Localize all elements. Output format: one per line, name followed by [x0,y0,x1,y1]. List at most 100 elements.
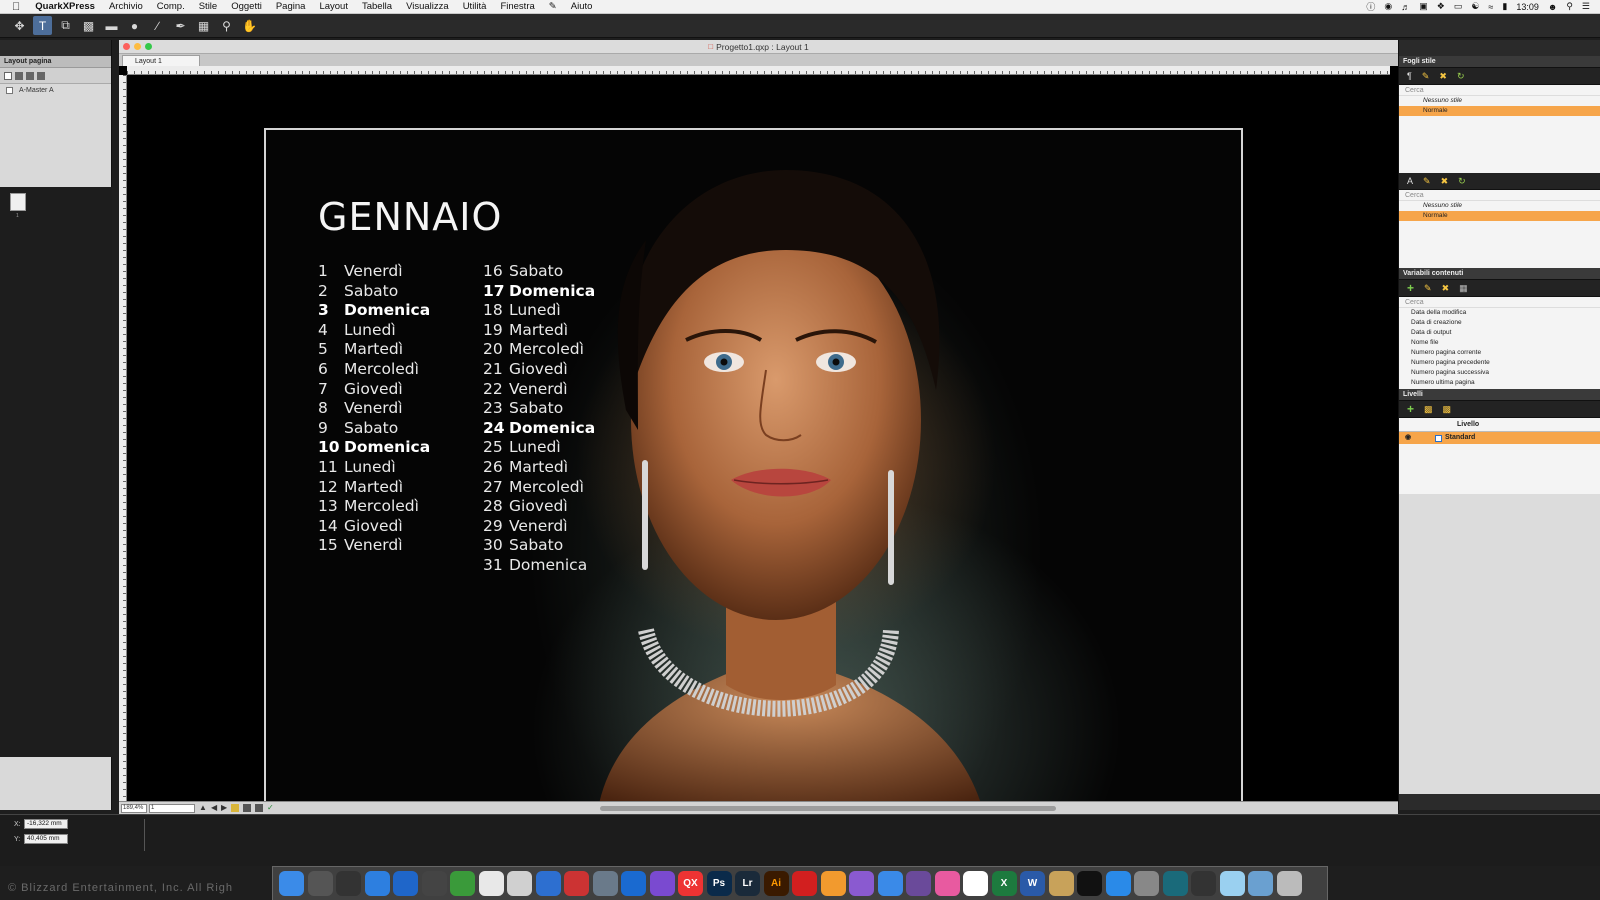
zoom-window-button[interactable] [145,43,152,50]
messages-icon[interactable] [877,871,903,896]
outlook-icon[interactable] [393,871,418,896]
variable-item[interactable]: Numero pagina corrente [1399,348,1600,358]
paragraph-style-item[interactable]: Nessuno stile [1399,96,1600,106]
mail-icon[interactable] [507,871,532,896]
edit-style-icon[interactable]: ✎ [1422,71,1430,82]
duplicate-char-style-icon[interactable]: ✖ [1441,176,1449,187]
menu-app-name[interactable]: QuarkXPress [28,1,102,12]
menu-finestra[interactable]: Finestra [493,1,541,12]
duplicate-style-icon[interactable]: ✖ [1439,71,1447,82]
preview-icon[interactable] [592,871,618,896]
bluetooth-status-icon[interactable]: ☯ [1471,1,1479,12]
layer-visibility-icon[interactable]: ◉ [1405,432,1411,444]
master-page-item[interactable]: A-Master A [0,84,111,94]
trash-icon[interactable] [1276,871,1302,896]
bbedit-icon[interactable] [421,871,447,896]
page-layout-panel-title[interactable]: Layout pagina [0,56,111,68]
display-icon[interactable] [1162,871,1188,896]
merge-layers-icon[interactable]: ▩ [1424,404,1433,415]
preview-icon[interactable]: ✓ [267,803,274,812]
layers-title[interactable]: Livelli [1399,389,1600,401]
1password-icon[interactable] [535,871,561,896]
duplicate-variable-icon[interactable]: ✖ [1442,283,1450,294]
view-mode-icon[interactable] [231,804,239,812]
desktop-icon[interactable] [1248,871,1273,896]
pages-area[interactable] [0,187,112,757]
variable-item[interactable]: Numero pagina precedente [1399,358,1600,368]
menu-utilita[interactable]: Utilità [456,1,494,12]
wifi-status-icon[interactable]: ≈ [1488,2,1493,12]
move-tool-icon[interactable]: ✥ [10,16,29,35]
close-window-button[interactable] [123,43,130,50]
variable-item[interactable]: Data di output [1399,328,1600,338]
menu-archivio[interactable]: Archivio [102,1,150,12]
delete-page-icon[interactable] [37,71,45,80]
blank-page-icon[interactable] [4,71,12,80]
zoom-field[interactable]: 189,4% [121,804,147,813]
xcode-icon[interactable] [621,871,646,896]
minimize-window-button[interactable] [134,43,141,50]
page-thumbnail[interactable] [10,193,26,211]
menu-visualizza[interactable]: Visualizza [399,1,456,12]
document-titlebar[interactable]: □ Progetto1.qxp : Layout 1 [119,40,1398,54]
oval-box-tool-icon[interactable]: ● [125,16,144,35]
variable-item[interactable]: Data della modifica [1399,308,1600,318]
x-field[interactable]: -16,322 mm [24,819,68,829]
vertical-ruler[interactable] [119,75,127,801]
menu-tabella[interactable]: Tabella [355,1,399,12]
alien-icon[interactable] [906,871,931,896]
evernote-icon[interactable] [450,871,475,896]
style-sheets-title[interactable]: Fogli stile [1399,56,1600,68]
safari-icon[interactable] [364,871,390,896]
menu-layout[interactable]: Layout [312,1,355,12]
linking-tool-icon[interactable]: ▩ [79,16,98,35]
paragraph-style-item-selected[interactable]: Normale [1399,106,1600,116]
terminal-icon[interactable] [1077,871,1102,896]
affinity-icon[interactable] [649,871,675,896]
split-view-icon[interactable] [255,804,263,812]
add-layer-icon[interactable]: + [1407,402,1414,416]
edit-variable-icon[interactable]: ✎ [1424,283,1432,294]
line-tool-icon[interactable]: ∕ [148,16,167,35]
variable-item[interactable]: Data di creazione [1399,318,1600,328]
apple-menu-icon[interactable]:  [0,1,28,13]
fantastical-icon[interactable] [564,871,589,896]
content-variables-search[interactable]: Cerca [1399,297,1600,308]
app-store-icon[interactable] [1105,871,1131,896]
script-menu-icon[interactable]: ✎ [542,1,564,12]
clock[interactable]: 13:09 [1516,2,1539,12]
horizontal-ruler[interactable] [127,66,1390,75]
creative-cloud-status-icon[interactable]: ◉ [1384,1,1392,12]
display-status-icon[interactable]: ▣ [1419,1,1428,12]
headphones-status-icon[interactable]: ♬ [1401,2,1410,12]
menu-oggetti[interactable]: Oggetti [224,1,269,12]
character-style-item-selected[interactable]: Normale [1399,211,1600,221]
update-char-style-icon[interactable]: ↻ [1458,176,1466,187]
lightroom-icon[interactable]: Lr [735,871,760,896]
chrome-icon[interactable] [478,871,504,896]
illustrator-icon[interactable]: Ai [763,871,789,896]
airplay-status-icon[interactable]: ▭ [1454,1,1463,12]
document-proxy-icon[interactable]: □ [708,42,713,51]
quarkxpress-icon[interactable]: QX [678,871,703,896]
tab-layout-1[interactable]: Layout 1 [122,55,200,66]
text-content-tool-icon[interactable]: T [33,16,52,35]
character-style-item[interactable]: Nessuno stile [1399,201,1600,211]
battery-status-icon[interactable]: ▮ [1502,1,1507,12]
variable-item[interactable]: Nome file [1399,338,1600,348]
menu-pagina[interactable]: Pagina [269,1,313,12]
ibooks-icon[interactable] [820,871,846,896]
spotlight-icon[interactable] [849,871,874,896]
word-icon[interactable]: W [1020,871,1045,896]
downloads-icon[interactable] [1219,871,1245,896]
utility-icon[interactable] [1134,871,1159,896]
paragraph-styles-search[interactable]: Cerca [1399,85,1600,96]
excel-icon[interactable]: X [991,871,1017,896]
character-styles-search[interactable]: Cerca [1399,190,1600,201]
menu-aiuto[interactable]: Aiuto [564,1,600,12]
page-up-icon[interactable]: ▲ [199,803,207,812]
zoom-tool-icon[interactable]: ⚲ [217,16,236,35]
picture-content-tool-icon[interactable]: ⧉ [56,16,75,35]
layout-page[interactable]: GENNAIO 1 Venerdì 2 Sabato 3 Domenica 4 Lunedì 5… [264,128,1243,820]
horizontal-scrollbar[interactable] [600,806,1056,811]
